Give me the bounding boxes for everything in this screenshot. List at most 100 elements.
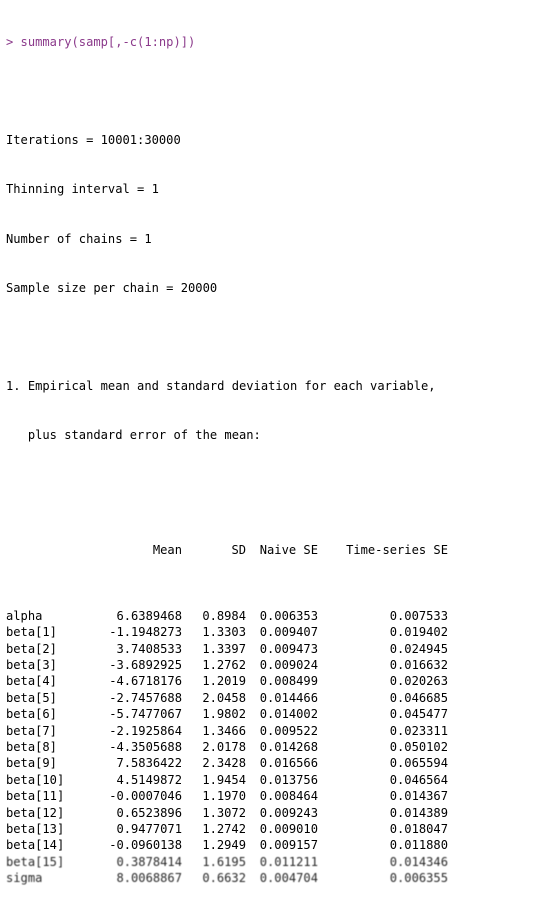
row-label: beta[7]: [6, 723, 57, 738]
table-cell: 0.050102: [389, 739, 448, 754]
table-cell: 4.5149872: [116, 772, 182, 787]
row-label: beta[4]: [6, 674, 57, 689]
row-label: beta[8]: [6, 739, 57, 754]
table-row: beta[1] -1.1948273 1.3303 0.009407 0.019402: [6, 624, 540, 640]
table-cell: -2.7457688: [109, 690, 182, 705]
table-cell: 1.3397: [202, 641, 246, 656]
table-cell: 1.2019: [202, 674, 246, 689]
header-cell: SD: [231, 543, 246, 558]
table-cell: 1.2762: [202, 658, 246, 673]
table-cell: 0.008499: [259, 674, 318, 689]
row-label: beta[5]: [6, 690, 57, 705]
table-row: beta[14] -0.0960138 1.2949 0.009157 0.011880: [6, 837, 540, 853]
table-cell: 0.023311: [389, 723, 448, 738]
table-cell: 0.6632: [202, 871, 246, 886]
table-cell: 0.014466: [259, 690, 318, 705]
header-cell: Naive SE: [259, 543, 318, 558]
table-cell: 0.016566: [259, 756, 318, 771]
row-label: beta[10]: [6, 772, 65, 787]
table-cell: 1.9454: [202, 772, 246, 787]
table-cell: 0.8984: [202, 608, 246, 623]
table-row: beta[12] 0.6523896 1.3072 0.009243 0.014389: [6, 805, 540, 821]
table-cell: 0.009407: [259, 625, 318, 640]
table-cell: 1.2949: [202, 838, 246, 853]
table-cell: 0.009522: [259, 723, 318, 738]
table-cell: 7.5836422: [116, 756, 182, 771]
table-body: alpha 6.6389468 0.8984 0.006353 0.007533 beta…: [6, 608, 540, 887]
table-cell: 0.3878414: [116, 854, 182, 869]
thinning-line: Thinning interval = 1: [6, 182, 159, 197]
row-label: beta[15]: [6, 854, 65, 869]
row-label: beta[9]: [6, 756, 57, 771]
table-cell: -3.6892925: [109, 658, 182, 673]
table-row: beta[11] -0.0007046 1.1970 0.008464 0.014367: [6, 788, 540, 804]
table-row: beta[6] -5.7477067 1.9802 0.014002 0.045477: [6, 706, 540, 722]
table-cell: 0.006355: [389, 871, 448, 886]
header-cell: Time-series SE: [346, 543, 448, 558]
section-title-line2: plus standard error of the mean:: [6, 428, 261, 443]
table-row: beta[9] 7.5836422 2.3428 0.016566 0.065594: [6, 755, 540, 771]
table-cell: -4.3505688: [109, 739, 182, 754]
table-cell: 0.004704: [259, 871, 318, 886]
table-cell: -4.6718176: [109, 674, 182, 689]
table-cell: 0.014002: [259, 707, 318, 722]
table-cell: 0.018047: [389, 821, 448, 836]
table-cell: 1.6195: [202, 854, 246, 869]
table-cell: 2.0458: [202, 690, 246, 705]
row-label: beta[1]: [6, 625, 57, 640]
table-row: beta[5] -2.7457688 2.0458 0.014466 0.046685: [6, 690, 540, 706]
table-cell: 2.0178: [202, 739, 246, 754]
table-row: beta[4] -4.6718176 1.2019 0.008499 0.020263: [6, 673, 540, 689]
table-row: sigma 8.0068867 0.6632 0.004704 0.006355: [6, 870, 540, 886]
table-cell: 0.046564: [389, 772, 448, 787]
table-cell: 0.014389: [389, 805, 448, 820]
table-row: beta[10] 4.5149872 1.9454 0.013756 0.046564: [6, 772, 540, 788]
table-cell: 0.014346: [389, 854, 448, 869]
row-label: beta[12]: [6, 805, 65, 820]
table-cell: 0.009024: [259, 658, 318, 673]
table-cell: 0.006353: [259, 608, 318, 623]
table-cell: 0.009243: [259, 805, 318, 820]
section-title-line1: 1. Empirical mean and standard deviation…: [6, 379, 436, 394]
table-cell: 1.2742: [202, 821, 246, 836]
table-cell: 0.009010: [259, 821, 318, 836]
table-cell: 2.3428: [202, 756, 246, 771]
table-cell: 0.009157: [259, 838, 318, 853]
table-cell: 0.9477071: [116, 821, 182, 836]
table-cell: 6.6389468: [116, 608, 182, 623]
table-cell: 3.7408533: [116, 641, 182, 656]
row-label: beta[14]: [6, 838, 65, 853]
command-line: > summary(samp[,-c(1:np)]): [6, 34, 196, 49]
table-cell: -5.7477067: [109, 707, 182, 722]
chains-line: Number of chains = 1: [6, 231, 152, 246]
row-label: beta[3]: [6, 658, 57, 673]
table-row: beta[2] 3.7408533 1.3397 0.009473 0.024945: [6, 641, 540, 657]
table-cell: -0.0007046: [109, 789, 182, 804]
table-cell: 0.065594: [389, 756, 448, 771]
table-cell: 0.009473: [259, 641, 318, 656]
row-label: sigma: [6, 871, 43, 886]
table-cell: 0.014268: [259, 739, 318, 754]
table-cell: -1.1948273: [109, 625, 182, 640]
table-row: alpha 6.6389468 0.8984 0.006353 0.007533: [6, 608, 540, 624]
table-cell: 0.011880: [389, 838, 448, 853]
table-row: beta[13] 0.9477071 1.2742 0.009010 0.018047: [6, 821, 540, 837]
table-row: beta[7] -2.1925864 1.3466 0.009522 0.023311: [6, 723, 540, 739]
row-label: alpha: [6, 608, 43, 623]
table-row: beta[15] 0.3878414 1.6195 0.011211 0.014346: [6, 854, 540, 870]
table-cell: 0.6523896: [116, 805, 182, 820]
table-cell: 0.008464: [259, 789, 318, 804]
table-cell: 0.020263: [389, 674, 448, 689]
row-label: beta[2]: [6, 641, 57, 656]
table-cell: 1.3466: [202, 723, 246, 738]
table-cell: 0.016632: [389, 658, 448, 673]
table-cell: 1.3072: [202, 805, 246, 820]
table-cell: 1.3303: [202, 625, 246, 640]
table-row: beta[3] -3.6892925 1.2762 0.009024 0.016632: [6, 657, 540, 673]
table-cell: 0.046685: [389, 690, 448, 705]
table-cell: 0.024945: [389, 641, 448, 656]
table-cell: 1.9802: [202, 707, 246, 722]
